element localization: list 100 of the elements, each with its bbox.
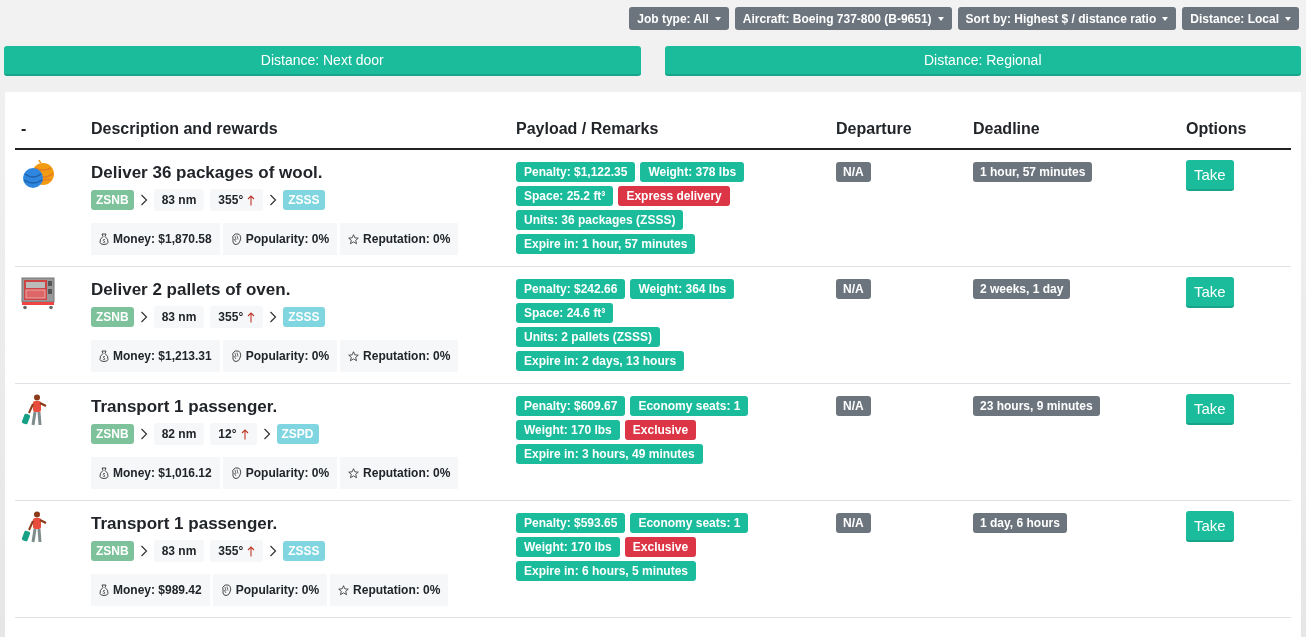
payload-tag: Penalty: $242.66 xyxy=(516,279,626,299)
heading-text: 355° xyxy=(218,544,244,558)
origin-airport: ZSNB xyxy=(91,190,134,210)
money-bag-icon xyxy=(99,584,109,596)
distance-label: 82 nm xyxy=(153,423,205,445)
arrow-up-icon xyxy=(247,311,256,323)
caret-icon xyxy=(1162,16,1169,21)
column-header: Options xyxy=(1186,120,1247,137)
destination-airport: ZSSS xyxy=(283,307,325,327)
traveler-icon xyxy=(21,511,49,544)
distance-button[interactable]: Distance: Next door xyxy=(4,46,641,76)
star-icon xyxy=(348,233,360,245)
deadline-tag: 1 day, 6 hours xyxy=(973,513,1067,533)
chevron-icon xyxy=(269,311,278,323)
payload-tag: Penalty: $593.65 xyxy=(516,513,626,533)
caret-icon xyxy=(1285,16,1291,21)
remark-tag: Exclusive xyxy=(624,537,697,557)
chevron-icon xyxy=(139,545,148,557)
origin-airport: ZSNB xyxy=(91,424,134,444)
take-button[interactable]: Take xyxy=(1186,394,1234,425)
arrow-up-icon xyxy=(247,545,256,557)
reputation-text: Reputation: 0% xyxy=(363,232,451,246)
departure-tag: N/A xyxy=(836,162,871,182)
origin-airport: ZSNB xyxy=(91,307,134,327)
filter-dropdown[interactable]: Distance: Local xyxy=(1182,7,1299,30)
column-header: Payload / Remarks xyxy=(516,120,659,137)
payload-tag: Penalty: $609.67 xyxy=(516,396,626,416)
remark-tag: Express delivery xyxy=(618,186,730,206)
filter-dropdown[interactable]: Aircraft: Boeing 737-800 (B-9651) xyxy=(734,7,952,30)
payload-tag: Units: 2 pallets (ZSSS) xyxy=(516,327,661,347)
take-button[interactable]: Take xyxy=(1186,511,1234,542)
chevron-icon xyxy=(139,428,148,440)
reputation-text: Reputation: 0% xyxy=(353,583,441,597)
take-button[interactable]: Take xyxy=(1186,277,1234,308)
chevron-icon xyxy=(139,311,148,323)
payload-tag: Expire in: 3 hours, 49 minutes xyxy=(516,444,703,464)
yarn-balls-icon xyxy=(21,160,55,190)
arrow-up-icon xyxy=(240,428,249,440)
distance-label: 83 nm xyxy=(153,540,205,562)
traveler-icon xyxy=(21,394,49,427)
payload-tag: Weight: 378 lbs xyxy=(640,162,745,182)
departure-tag: N/A xyxy=(836,396,871,416)
popularity-text: Popularity: 0% xyxy=(245,466,330,480)
money-bag-icon xyxy=(99,467,109,479)
payload-tag: Weight: 364 lbs xyxy=(630,279,735,299)
job-title: Transport 1 passenger. xyxy=(91,514,278,534)
heading-text: 12° xyxy=(218,427,237,441)
oven-icon xyxy=(21,277,55,310)
departure-tag: N/A xyxy=(836,513,871,533)
money-text: Money: $1,870.58 xyxy=(113,232,212,246)
job-title: Deliver 2 pallets of oven. xyxy=(91,280,291,300)
popularity-text: Popularity: 0% xyxy=(235,583,320,597)
star-icon xyxy=(348,350,360,362)
deadline-tag: 2 weeks, 1 day xyxy=(973,279,1071,299)
arrow-up-icon xyxy=(247,194,256,206)
destination-airport: ZSSS xyxy=(283,541,325,561)
money-bag-icon xyxy=(99,350,109,362)
job-title: Transport 1 passenger. xyxy=(91,397,278,417)
reputation-text: Reputation: 0% xyxy=(363,349,451,363)
star-icon xyxy=(338,584,350,596)
chevron-icon xyxy=(262,428,271,440)
caret-icon xyxy=(714,16,721,21)
deadline-tag: 1 hour, 57 minutes xyxy=(973,162,1093,182)
origin-airport: ZSNB xyxy=(91,541,134,561)
column-header: Departure xyxy=(836,120,912,137)
distance-label: 83 nm xyxy=(153,306,205,328)
destination-airport: ZSSS xyxy=(283,190,325,210)
chevron-icon xyxy=(269,545,278,557)
money-text: Money: $989.42 xyxy=(113,583,202,597)
destination-airport: ZSPD xyxy=(276,424,319,444)
column-header: Description and rewards xyxy=(91,120,278,137)
distance-button[interactable]: Distance: Regional xyxy=(664,46,1301,76)
payload-tag: Weight: 170 lbs xyxy=(516,537,620,557)
payload-tag: Units: 36 packages (ZSSS) xyxy=(516,210,684,230)
filter-dropdown[interactable]: Job type: All xyxy=(629,7,729,30)
chevron-icon xyxy=(139,194,148,206)
job-title: Deliver 36 packages of wool. xyxy=(91,163,323,183)
popularity-text: Popularity: 0% xyxy=(245,232,330,246)
take-button[interactable]: Take xyxy=(1186,160,1234,191)
payload-tag: Economy seats: 1 xyxy=(630,396,749,416)
payload-tag: Space: 25.2 ft³ xyxy=(516,186,614,206)
star-icon xyxy=(348,467,360,479)
distance-label: 83 nm xyxy=(153,189,205,211)
heading-text: 355° xyxy=(218,310,244,324)
heading-text: 355° xyxy=(218,193,244,207)
money-text: Money: $1,213.31 xyxy=(113,349,212,363)
money-bag-icon xyxy=(99,233,109,245)
column-header: Deadline xyxy=(973,120,1040,137)
payload-tag: Expire in: 2 days, 13 hours xyxy=(516,351,685,371)
payload-tag: Expire in: 6 hours, 5 minutes xyxy=(516,561,697,581)
payload-tag: Economy seats: 1 xyxy=(630,513,749,533)
caret-icon xyxy=(937,16,944,21)
payload-tag: Penalty: $1,122.35 xyxy=(516,162,636,182)
departure-tag: N/A xyxy=(836,279,871,299)
payload-tag: Weight: 170 lbs xyxy=(516,420,620,440)
remark-tag: Exclusive xyxy=(624,420,697,440)
filter-dropdown[interactable]: Sort by: Highest $ / distance ratio xyxy=(957,7,1177,30)
payload-tag: Space: 24.6 ft³ xyxy=(516,303,614,323)
payload-tag: Expire in: 1 hour, 57 minutes xyxy=(516,234,696,254)
popularity-text: Popularity: 0% xyxy=(245,349,330,363)
